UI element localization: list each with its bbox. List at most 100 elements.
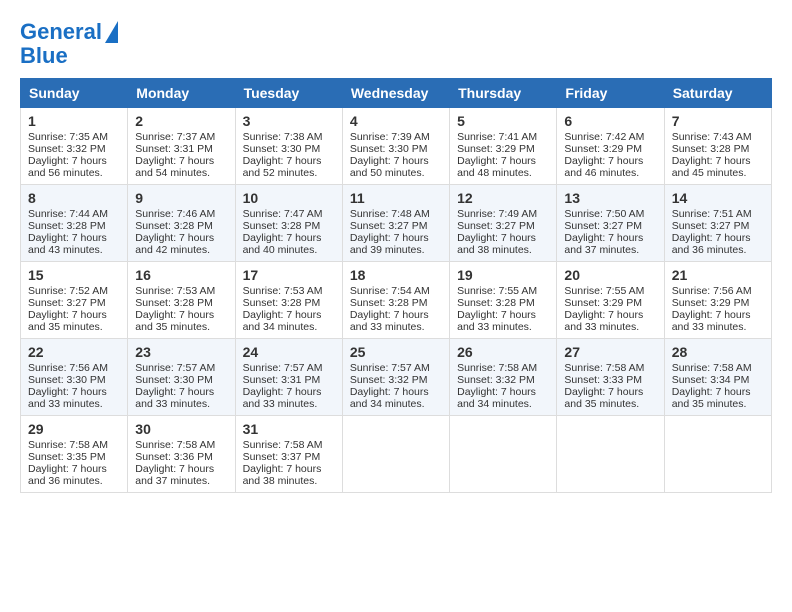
daylight-text: Daylight: 7 hours and 37 minutes. — [135, 463, 214, 487]
daylight-text: Daylight: 7 hours and 35 minutes. — [672, 386, 751, 410]
calendar-day-header: Wednesday — [342, 79, 449, 108]
sunset-text: Sunset: 3:36 PM — [135, 451, 213, 463]
calendar-table: SundayMondayTuesdayWednesdayThursdayFrid… — [20, 78, 772, 493]
calendar-cell — [557, 416, 664, 493]
sunrise-text: Sunrise: 7:43 AM — [672, 131, 752, 143]
sunrise-text: Sunrise: 7:44 AM — [28, 208, 108, 220]
calendar-cell: 28 Sunrise: 7:58 AMSunset: 3:34 PMDayligh… — [664, 339, 771, 416]
day-number: 5 — [457, 113, 549, 129]
day-number: 29 — [28, 421, 120, 437]
daylight-text: Daylight: 7 hours and 35 minutes. — [135, 309, 214, 333]
logo-text-line1: General — [20, 20, 102, 44]
day-number: 19 — [457, 267, 549, 283]
sunset-text: Sunset: 3:28 PM — [135, 297, 213, 309]
sunrise-text: Sunrise: 7:35 AM — [28, 131, 108, 143]
calendar-header-row: SundayMondayTuesdayWednesdayThursdayFrid… — [21, 79, 772, 108]
sunset-text: Sunset: 3:30 PM — [350, 143, 428, 155]
sunrise-text: Sunrise: 7:56 AM — [672, 285, 752, 297]
day-number: 2 — [135, 113, 227, 129]
daylight-text: Daylight: 7 hours and 37 minutes. — [564, 232, 643, 256]
calendar-cell: 26Sunrise: 7:58 AMSunset: 3:32 PMDayligh… — [450, 339, 557, 416]
calendar-week-row: 1Sunrise: 7:35 AMSunset: 3:32 PMDaylight… — [21, 108, 772, 185]
sunset-text: Sunset: 3:33 PM — [564, 374, 642, 386]
calendar-cell: 27Sunrise: 7:58 AMSunset: 3:33 PMDayligh… — [557, 339, 664, 416]
day-number: 22 — [28, 344, 120, 360]
sunrise-text: Sunrise: 7:56 AM — [28, 362, 108, 374]
sunrise-text: Sunrise: 7:54 AM — [350, 285, 430, 297]
daylight-text: Daylight: 7 hours and 34 minutes. — [243, 309, 322, 333]
sunset-text: Sunset: 3:28 PM — [28, 220, 106, 232]
calendar-cell: 23Sunrise: 7:57 AMSunset: 3:30 PMDayligh… — [128, 339, 235, 416]
day-number: 10 — [243, 190, 335, 206]
day-number: 21 — [672, 267, 764, 283]
day-number: 13 — [564, 190, 656, 206]
sunset-text: Sunset: 3:37 PM — [243, 451, 321, 463]
daylight-text: Daylight: 7 hours and 46 minutes. — [564, 155, 643, 179]
calendar-cell: 10Sunrise: 7:47 AMSunset: 3:28 PMDayligh… — [235, 185, 342, 262]
sunset-text: Sunset: 3:28 PM — [135, 220, 213, 232]
day-number: 8 — [28, 190, 120, 206]
daylight-text: Daylight: 7 hours and 38 minutes. — [243, 463, 322, 487]
day-number: 27 — [564, 344, 656, 360]
sunrise-text: Sunrise: 7:58 AM — [672, 362, 752, 374]
sunrise-text: Sunrise: 7:48 AM — [350, 208, 430, 220]
sunset-text: Sunset: 3:29 PM — [564, 297, 642, 309]
sunrise-text: Sunrise: 7:57 AM — [135, 362, 215, 374]
sunrise-text: Sunrise: 7:39 AM — [350, 131, 430, 143]
daylight-text: Daylight: 7 hours and 33 minutes. — [564, 309, 643, 333]
sunrise-text: Sunrise: 7:58 AM — [28, 439, 108, 451]
calendar-cell: 25Sunrise: 7:57 AMSunset: 3:32 PMDayligh… — [342, 339, 449, 416]
sunrise-text: Sunrise: 7:53 AM — [243, 285, 323, 297]
sunrise-text: Sunrise: 7:57 AM — [243, 362, 323, 374]
calendar-cell: 3Sunrise: 7:38 AMSunset: 3:30 PMDaylight… — [235, 108, 342, 185]
sunset-text: Sunset: 3:31 PM — [135, 143, 213, 155]
calendar-cell: 17Sunrise: 7:53 AMSunset: 3:28 PMDayligh… — [235, 262, 342, 339]
sunrise-text: Sunrise: 7:52 AM — [28, 285, 108, 297]
day-number: 28 — [672, 344, 764, 360]
calendar-cell — [450, 416, 557, 493]
sunrise-text: Sunrise: 7:58 AM — [135, 439, 215, 451]
calendar-day-header: Sunday — [21, 79, 128, 108]
daylight-text: Daylight: 7 hours and 33 minutes. — [457, 309, 536, 333]
daylight-text: Daylight: 7 hours and 43 minutes. — [28, 232, 107, 256]
day-number: 7 — [672, 113, 764, 129]
logo-text-line2: Blue — [20, 44, 68, 68]
day-number: 12 — [457, 190, 549, 206]
sunrise-text: Sunrise: 7:57 AM — [350, 362, 430, 374]
daylight-text: Daylight: 7 hours and 35 minutes. — [564, 386, 643, 410]
sunset-text: Sunset: 3:34 PM — [672, 374, 750, 386]
sunset-text: Sunset: 3:28 PM — [672, 143, 750, 155]
sunrise-text: Sunrise: 7:55 AM — [564, 285, 644, 297]
sunset-text: Sunset: 3:27 PM — [28, 297, 106, 309]
day-number: 15 — [28, 267, 120, 283]
daylight-text: Daylight: 7 hours and 34 minutes. — [350, 386, 429, 410]
daylight-text: Daylight: 7 hours and 48 minutes. — [457, 155, 536, 179]
day-number: 24 — [243, 344, 335, 360]
day-number: 18 — [350, 267, 442, 283]
calendar-day-header: Thursday — [450, 79, 557, 108]
page-header: General Blue — [20, 20, 772, 68]
sunset-text: Sunset: 3:29 PM — [672, 297, 750, 309]
daylight-text: Daylight: 7 hours and 36 minutes. — [28, 463, 107, 487]
daylight-text: Daylight: 7 hours and 42 minutes. — [135, 232, 214, 256]
sunrise-text: Sunrise: 7:50 AM — [564, 208, 644, 220]
sunrise-text: Sunrise: 7:49 AM — [457, 208, 537, 220]
calendar-cell: 7Sunrise: 7:43 AMSunset: 3:28 PMDaylight… — [664, 108, 771, 185]
daylight-text: Daylight: 7 hours and 33 minutes. — [28, 386, 107, 410]
daylight-text: Daylight: 7 hours and 40 minutes. — [243, 232, 322, 256]
calendar-cell: 18Sunrise: 7:54 AMSunset: 3:28 PMDayligh… — [342, 262, 449, 339]
calendar-cell: 20Sunrise: 7:55 AMSunset: 3:29 PMDayligh… — [557, 262, 664, 339]
calendar-cell: 14Sunrise: 7:51 AMSunset: 3:27 PMDayligh… — [664, 185, 771, 262]
calendar-cell: 21Sunrise: 7:56 AMSunset: 3:29 PMDayligh… — [664, 262, 771, 339]
calendar-cell: 9Sunrise: 7:46 AMSunset: 3:28 PMDaylight… — [128, 185, 235, 262]
calendar-cell: 4Sunrise: 7:39 AMSunset: 3:30 PMDaylight… — [342, 108, 449, 185]
calendar-cell: 5Sunrise: 7:41 AMSunset: 3:29 PMDaylight… — [450, 108, 557, 185]
calendar-day-header: Friday — [557, 79, 664, 108]
logo: General Blue — [20, 20, 118, 68]
daylight-text: Daylight: 7 hours and 52 minutes. — [243, 155, 322, 179]
day-number: 26 — [457, 344, 549, 360]
sunset-text: Sunset: 3:28 PM — [243, 297, 321, 309]
calendar-cell — [342, 416, 449, 493]
sunset-text: Sunset: 3:29 PM — [457, 143, 535, 155]
daylight-text: Daylight: 7 hours and 39 minutes. — [350, 232, 429, 256]
